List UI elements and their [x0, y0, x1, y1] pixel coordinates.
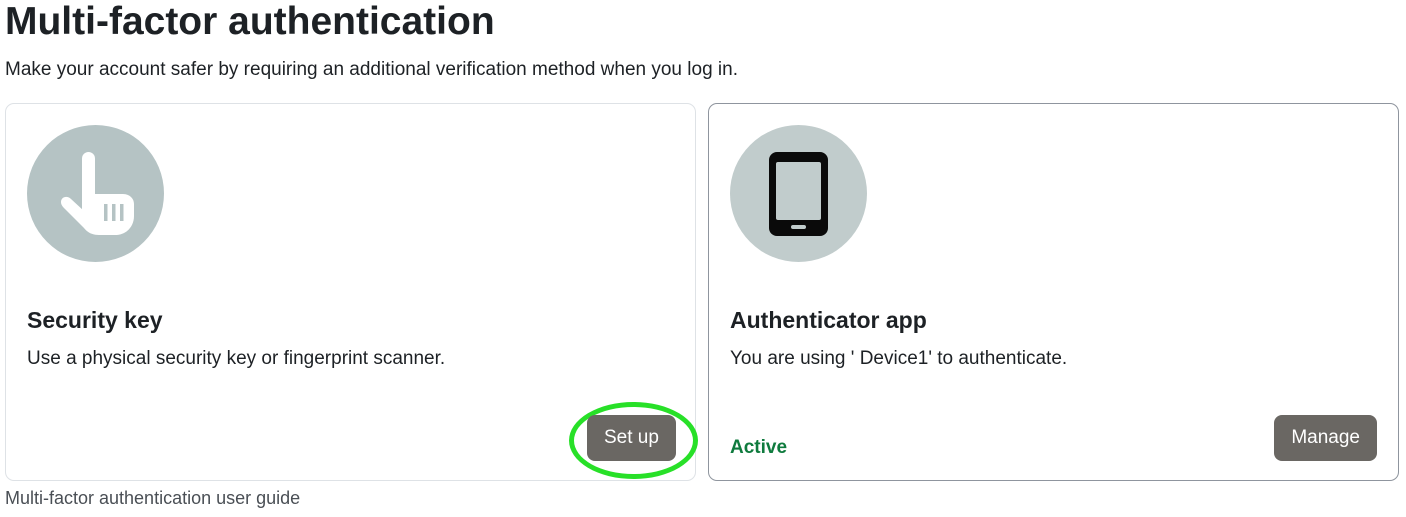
page-title: Multi-factor authentication [5, 0, 495, 43]
mfa-page: Multi-factor authentication Make your ac… [0, 0, 1406, 517]
setup-button[interactable]: Set up [587, 415, 676, 461]
authenticator-description: You are using ' Device1' to authenticate… [730, 348, 1068, 369]
page-subtitle: Make your account safer by requiring an … [5, 59, 738, 80]
smartphone-icon [769, 152, 828, 236]
security-key-icon-circle [27, 125, 164, 262]
authenticator-icon-circle [730, 125, 867, 262]
security-key-title: Security key [27, 307, 163, 333]
authenticator-app-card: Authenticator app You are using ' Device… [708, 103, 1399, 481]
user-guide-link[interactable]: Multi-factor authentication user guide [5, 487, 300, 509]
hand-pointer-icon [61, 152, 134, 235]
status-badge: Active [730, 437, 788, 458]
manage-button[interactable]: Manage [1274, 415, 1377, 461]
security-key-description: Use a physical security key or fingerpri… [27, 348, 446, 369]
authenticator-title: Authenticator app [730, 307, 927, 333]
security-key-card: Security key Use a physical security key… [5, 103, 698, 481]
